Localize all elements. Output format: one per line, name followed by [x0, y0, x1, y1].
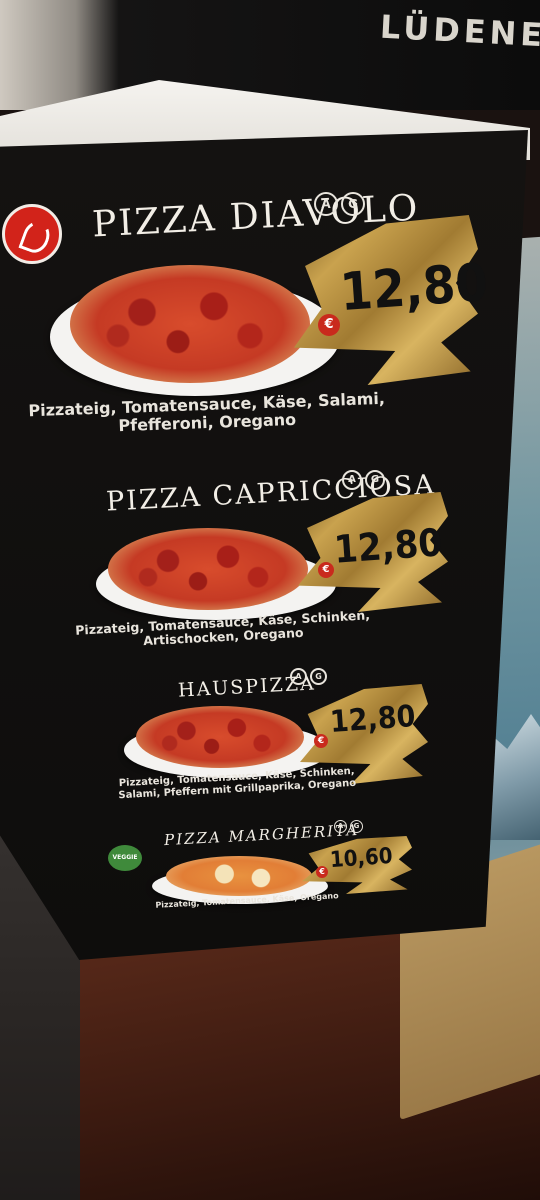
euro-badge: € — [314, 734, 328, 748]
euro-badge: € — [318, 562, 334, 578]
veggie-icon: VEGGIE — [108, 845, 142, 871]
item-price: 12,80 — [328, 699, 417, 740]
allergen-badges: A G — [334, 820, 363, 833]
allergen-g: G — [341, 192, 365, 216]
photo-scene: LÜDENE PIZZA DIAVOLO A G € 12,80 Pizzate… — [0, 0, 540, 1200]
item-price: 12,80 — [332, 520, 444, 572]
pizza-image — [136, 706, 304, 768]
allergen-a: A — [342, 470, 362, 490]
allergen-badges: A G — [342, 470, 385, 490]
allergen-g: G — [365, 470, 385, 490]
item-price: 10,60 — [329, 843, 394, 874]
allergen-a: A — [290, 668, 307, 685]
chili-icon — [2, 204, 62, 264]
allergen-a: A — [334, 820, 347, 833]
pizza-image — [166, 856, 312, 896]
euro-badge: € — [318, 314, 340, 336]
allergen-g: G — [350, 820, 363, 833]
allergen-g: G — [310, 668, 327, 685]
euro-badge: € — [316, 866, 328, 878]
allergen-a: A — [314, 192, 338, 216]
allergen-badges: A G — [290, 668, 327, 685]
allergen-badges: A G — [314, 192, 365, 216]
pizza-image — [108, 528, 308, 610]
pizza-image — [70, 265, 310, 383]
item-price: 12,80 — [338, 252, 490, 324]
